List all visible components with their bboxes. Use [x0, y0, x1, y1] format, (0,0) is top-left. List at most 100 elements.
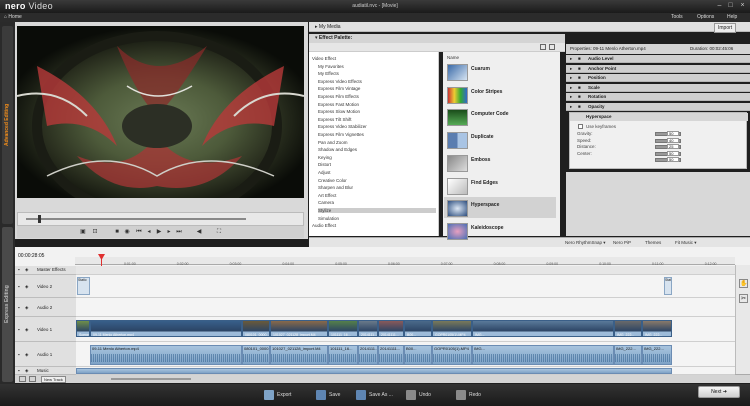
visibility-icon[interactable]: ◈: [25, 304, 28, 312]
effect-toggle-icon[interactable]: ■: [578, 93, 581, 101]
stop-icon[interactable]: ■: [113, 228, 121, 236]
audio-clip[interactable]: 080101_0000...: [242, 345, 270, 365]
track-lane[interactable]: [76, 275, 735, 298]
next-button[interactable]: Next ➜: [698, 386, 740, 398]
minimize-button[interactable]: –: [715, 2, 724, 10]
step-back-icon[interactable]: ◂: [145, 228, 153, 236]
param-value[interactable]: 50: [667, 157, 679, 162]
tree-item[interactable]: My Favorites: [318, 64, 344, 69]
property-group-position[interactable]: ▸ ■ Position: [566, 74, 750, 82]
track-header-video-2[interactable]: ▪ ◈ Video 2: [15, 275, 76, 298]
my-media-header[interactable]: ▸ My Media Import: [309, 22, 750, 33]
video-clip[interactable]: 09-11 Menlo Atherton.mp4: [90, 320, 242, 337]
param-value[interactable]: 50: [667, 131, 679, 136]
tree-item[interactable]: Adjust: [318, 170, 331, 175]
property-group-scale[interactable]: ▸ ■ Scale: [566, 83, 750, 92]
snapshot-icon[interactable]: ◉: [123, 228, 131, 236]
preview-scrubber[interactable]: [17, 212, 304, 226]
tree-item[interactable]: Video Effect: [312, 56, 336, 61]
lock-icon[interactable]: ▪: [18, 351, 20, 359]
tree-item[interactable]: Pan and Zoom: [318, 140, 348, 145]
export-button[interactable]: Export: [264, 388, 291, 402]
visibility-icon[interactable]: ◈: [25, 351, 28, 359]
crop-icon[interactable]: ⊡: [91, 228, 99, 236]
tree-item[interactable]: Sharpen and Blur: [318, 185, 353, 190]
track-header-music[interactable]: ▪ ◈ Music: [15, 367, 76, 375]
fit-music-button[interactable]: Fit Music ▾: [675, 240, 697, 246]
previous-icon[interactable]: ⏮: [135, 228, 143, 236]
video-clip[interactable]: 2014111...: [358, 320, 378, 337]
audio-clip[interactable]: GOPR0105(1).MP4: [432, 345, 472, 365]
video-clip[interactable]: 20141111...: [378, 320, 404, 337]
param-value[interactable]: 25: [667, 144, 679, 149]
tree-item[interactable]: Audio Effect: [312, 223, 336, 228]
video-clip[interactable]: B00...: [404, 320, 432, 337]
undo-button[interactable]: Undo: [406, 388, 431, 402]
grid-view-icon[interactable]: [540, 44, 546, 50]
audio-clip[interactable]: B00...: [404, 345, 432, 365]
timeline-ruler[interactable]: [75, 257, 735, 265]
zoom-slider[interactable]: [111, 378, 191, 380]
video-clip[interactable]: 101027_021128_import.M4: [270, 320, 328, 337]
still-clip[interactable]: Static: [77, 277, 90, 295]
menu-help[interactable]: Help: [727, 13, 737, 22]
tree-item[interactable]: Express Film Effects: [318, 94, 359, 99]
visibility-icon[interactable]: ◈: [25, 266, 28, 274]
tab-express-editing[interactable]: Express Editing: [2, 227, 13, 382]
next-icon[interactable]: ⏭: [175, 228, 183, 236]
scrub-handle[interactable]: [38, 215, 41, 223]
track-header-video-1[interactable]: ▪ ◈ Video 1: [15, 317, 76, 342]
effect-toggle-icon[interactable]: ■: [578, 103, 581, 111]
effect-toggle-icon[interactable]: ■: [578, 55, 581, 63]
tree-item[interactable]: My Effects: [318, 71, 339, 76]
rhythmsnap-button[interactable]: Nero RhythmSnap ▾: [565, 240, 606, 246]
save-button[interactable]: Save: [316, 388, 340, 402]
visibility-icon[interactable]: ◈: [25, 326, 28, 334]
video-clip[interactable]: IMG...: [472, 320, 614, 337]
audio-clip[interactable]: 2014111...: [358, 345, 378, 365]
track-lane[interactable]: [76, 298, 735, 317]
audio-clip[interactable]: 101111_16...: [328, 345, 358, 365]
tree-item[interactable]: Shadow and Edges: [318, 147, 357, 152]
razor-icon[interactable]: ✂: [739, 294, 748, 303]
music-clip[interactable]: [76, 368, 672, 374]
visibility-icon[interactable]: ◈: [25, 367, 28, 375]
property-group-rotation[interactable]: ▸ ■ Rotation: [566, 93, 750, 101]
menu-tools[interactable]: Tools: [671, 13, 683, 22]
volume-icon[interactable]: ◀: [195, 228, 203, 236]
video-clip[interactable]: IMG_222...: [614, 320, 642, 337]
effect-toggle-icon[interactable]: ■: [578, 74, 581, 82]
tab-advanced-editing[interactable]: Advanced Editing: [2, 26, 13, 224]
split-icon[interactable]: ▣: [79, 228, 87, 236]
tree-item[interactable]: Camera: [318, 200, 334, 205]
audio-clip[interactable]: 20141111...: [378, 345, 404, 365]
tree-item[interactable]: Distort: [318, 162, 331, 167]
home-button[interactable]: ⌂ Home: [4, 13, 22, 22]
save-as-button[interactable]: Save As ...: [356, 388, 393, 402]
audio-clip[interactable]: IMG_222...: [642, 345, 672, 365]
tree-item[interactable]: Express Film Vignettes: [318, 132, 364, 137]
effect-toggle-icon[interactable]: ■: [578, 84, 581, 92]
tree-item[interactable]: Express Tilt Shift: [318, 117, 352, 122]
menu-options[interactable]: Options: [697, 13, 714, 22]
new-track-button[interactable]: New Track: [41, 376, 66, 383]
property-group-anchor-point[interactable]: ▸ ■ Anchor Point: [566, 64, 750, 73]
tree-item[interactable]: Express Fast Motion: [318, 102, 359, 107]
list-view-icon[interactable]: [549, 44, 555, 50]
storyboard-icon[interactable]: [29, 376, 36, 382]
import-button[interactable]: Import: [714, 23, 737, 33]
audio-clip[interactable]: 101027_021128_import.M4: [270, 345, 328, 365]
hand-icon[interactable]: ✋: [739, 279, 748, 288]
param-value[interactable]: 50: [667, 150, 679, 156]
effect-toggle-icon[interactable]: ■: [578, 65, 581, 73]
redo-button[interactable]: Redo: [456, 388, 481, 402]
tree-item[interactable]: Art Effect: [318, 193, 336, 198]
audio-clip[interactable]: IMG_222...: [614, 345, 642, 365]
lock-icon[interactable]: ▪: [18, 283, 20, 291]
lock-icon[interactable]: ▪: [18, 304, 20, 312]
keyframes-checkbox[interactable]: [578, 124, 583, 129]
tree-item[interactable]: Creative Color: [318, 178, 347, 183]
tree-item[interactable]: Keying: [318, 155, 332, 160]
tree-item[interactable]: Express Video Effects: [318, 79, 362, 84]
play-icon[interactable]: ▶: [155, 228, 163, 236]
